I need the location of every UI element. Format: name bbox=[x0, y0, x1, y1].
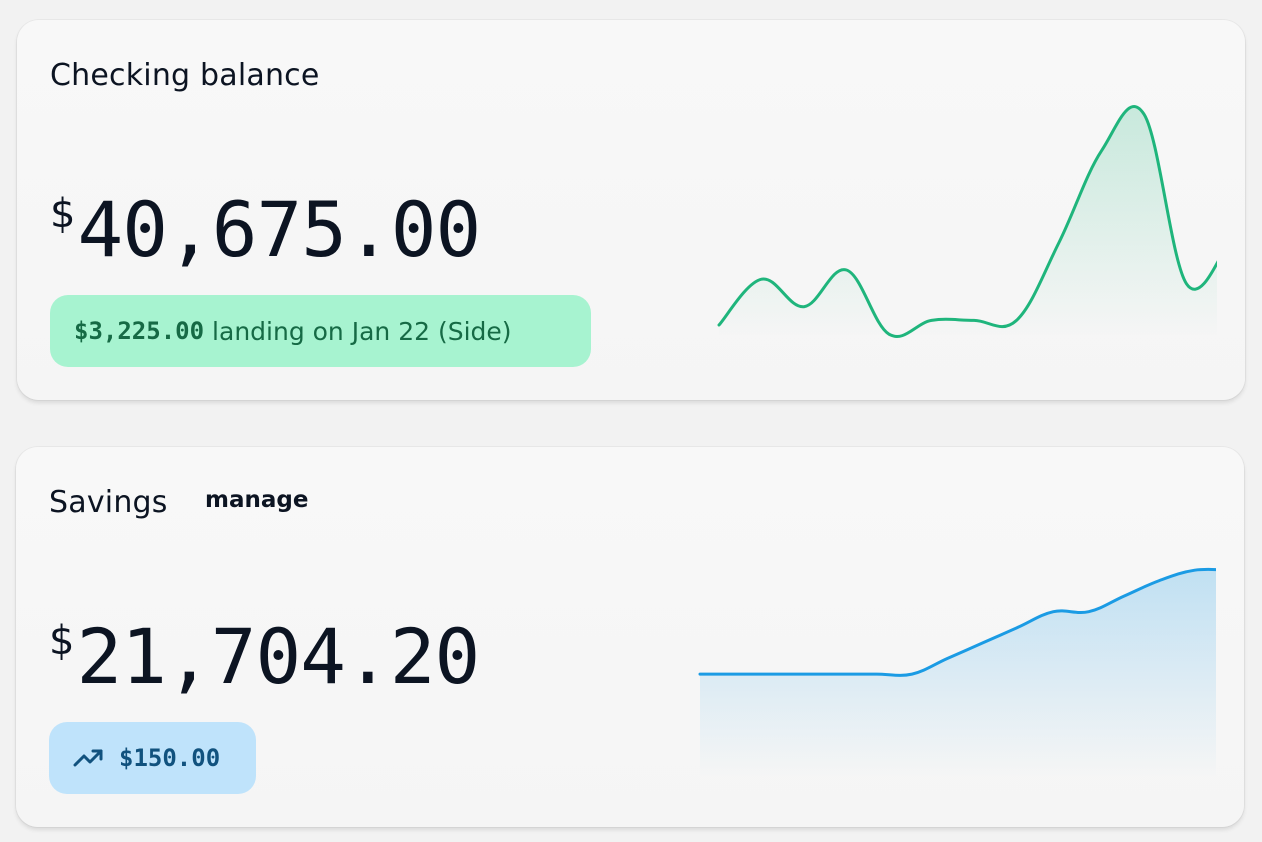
upcoming-deposit-badge: $3,225.00 landing on Jan 22 (Side) bbox=[50, 295, 591, 367]
savings-growth-amount: $150.00 bbox=[119, 744, 221, 772]
trending-up-icon bbox=[73, 749, 103, 767]
savings-trend-sparkline bbox=[698, 567, 1216, 777]
manage-savings-link[interactable]: manage bbox=[205, 487, 308, 513]
currency-symbol: $ bbox=[50, 191, 76, 237]
card-title: Checking balance bbox=[50, 58, 320, 93]
checking-balance-amount: $40,675.00 bbox=[50, 191, 481, 268]
balance-value: 40,675.00 bbox=[77, 185, 481, 274]
savings-balance-amount: $21,704.20 bbox=[49, 618, 480, 695]
savings-growth-badge: $150.00 bbox=[49, 722, 256, 794]
checking-balance-card: Checking balance $40,675.00 $3,225.00 lan… bbox=[17, 20, 1245, 400]
currency-symbol: $ bbox=[49, 618, 75, 664]
upcoming-deposit-text: landing on Jan 22 (Side) bbox=[212, 316, 512, 346]
upcoming-deposit-amount: $3,225.00 bbox=[74, 317, 205, 345]
savings-card: Savings manage $21,704.20 $150.00 bbox=[16, 447, 1244, 827]
card-title: Savings bbox=[49, 485, 168, 520]
checking-trend-sparkline bbox=[717, 105, 1217, 338]
balance-value: 21,704.20 bbox=[76, 612, 480, 701]
